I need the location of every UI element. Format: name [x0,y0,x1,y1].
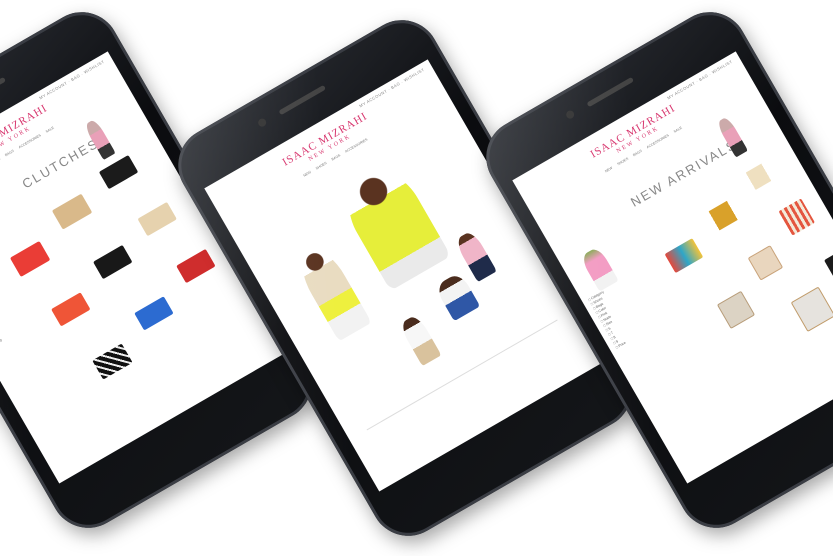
model-image[interactable] [398,313,442,367]
footer-divider [366,319,558,431]
product-image[interactable] [9,240,51,277]
speaker-grille [0,76,7,108]
product-image[interactable] [716,290,756,329]
product-image[interactable] [747,245,784,281]
product-image[interactable] [93,244,133,280]
model-image[interactable] [434,271,481,322]
product-image[interactable] [664,238,704,274]
product-image[interactable] [51,292,91,327]
model-image[interactable] [453,229,497,283]
speaker-grille [586,76,635,108]
product-image[interactable] [137,201,177,237]
product-image[interactable] [176,248,216,284]
brand-logo[interactable]: ISAAC MIZRAHINEW YORK [518,62,751,207]
product-image[interactable] [778,198,815,236]
product-image[interactable] [823,248,833,287]
product-image[interactable] [134,296,174,331]
speaker-grille [278,84,327,116]
product-image[interactable] [740,160,777,193]
product-image[interactable] [790,286,833,332]
product-image[interactable] [704,198,742,233]
product-image[interactable] [51,193,93,230]
camera-icon [564,109,576,121]
hero-model-image[interactable] [335,160,452,291]
filter-sidebar[interactable]: CategoryShoesBagsColorPinkNudeSize6789Pr… [587,282,646,351]
page-title: CLUTCHES [19,135,102,192]
camera-icon [256,117,268,129]
product-image[interactable] [92,343,133,380]
model-image[interactable] [293,244,372,342]
product-image[interactable] [98,154,139,190]
filter-sidebar[interactable]: CategoryClutchesTotesSatchelsColorBlackR… [0,282,19,351]
